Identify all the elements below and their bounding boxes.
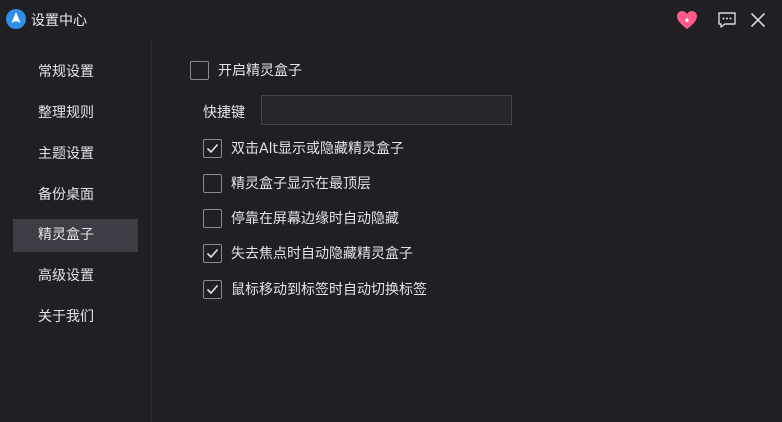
option-row[interactable]: 鼠标移动到标签时自动切换标签 — [203, 279, 427, 299]
option-label: 双击Alt显示或隐藏精灵盒子 — [231, 141, 404, 157]
close-icon — [751, 13, 765, 27]
option-label: 鼠标移动到标签时自动切换标签 — [231, 282, 427, 298]
option-checkbox[interactable] — [203, 243, 222, 263]
sidebar-item-advanced[interactable]: 高级设置 — [13, 260, 138, 293]
option-checkbox[interactable] — [203, 173, 222, 193]
window-title: 设置中心 — [31, 13, 87, 29]
close-button[interactable] — [746, 8, 770, 32]
sidebar-item-theme[interactable]: 主题设置 — [13, 138, 138, 171]
settings-sidebar: 常规设置 整理规则 主题设置 备份桌面 精灵盒子 高级设置 关于我们 — [0, 40, 152, 422]
sidebar-item-sprite-box[interactable]: 精灵盒子 — [13, 219, 138, 252]
sidebar-item-rules[interactable]: 整理规则 — [13, 97, 138, 130]
heart-icon — [677, 11, 697, 29]
hotkey-label: 快捷键 — [203, 105, 245, 121]
title-bar: 设置中心 — [0, 0, 782, 40]
option-row[interactable]: 双击Alt显示或隐藏精灵盒子 — [203, 138, 404, 158]
heart-button[interactable] — [675, 8, 699, 32]
enable-sprite-box-option[interactable]: 开启精灵盒子 — [190, 60, 302, 80]
enable-checkbox[interactable] — [190, 60, 209, 80]
sidebar-item-about[interactable]: 关于我们 — [13, 301, 138, 334]
sidebar-item-general[interactable]: 常规设置 — [13, 56, 138, 89]
app-logo-icon — [6, 9, 26, 29]
option-label: 精灵盒子显示在最顶层 — [231, 176, 371, 192]
checkmark-icon — [206, 248, 219, 258]
enable-label: 开启精灵盒子 — [218, 63, 302, 79]
hotkey-input[interactable] — [261, 95, 512, 125]
sidebar-item-backup[interactable]: 备份桌面 — [13, 179, 138, 212]
option-checkbox[interactable] — [203, 279, 222, 299]
option-checkbox[interactable] — [203, 138, 222, 158]
option-checkbox[interactable] — [203, 208, 222, 228]
option-label: 停靠在屏幕边缘时自动隐藏 — [231, 211, 399, 227]
option-row[interactable]: 停靠在屏幕边缘时自动隐藏 — [203, 208, 399, 228]
feedback-icon — [718, 12, 736, 28]
feedback-button[interactable] — [715, 8, 739, 32]
checkmark-icon — [206, 143, 219, 153]
checkmark-icon — [206, 284, 219, 294]
option-label: 失去焦点时自动隐藏精灵盒子 — [231, 246, 413, 262]
option-row[interactable]: 失去焦点时自动隐藏精灵盒子 — [203, 243, 413, 263]
option-row[interactable]: 精灵盒子显示在最顶层 — [203, 173, 371, 193]
settings-content: 开启精灵盒子 快捷键 双击Alt显示或隐藏精灵盒子 精灵盒子显示在最顶层 停靠在… — [153, 40, 782, 422]
